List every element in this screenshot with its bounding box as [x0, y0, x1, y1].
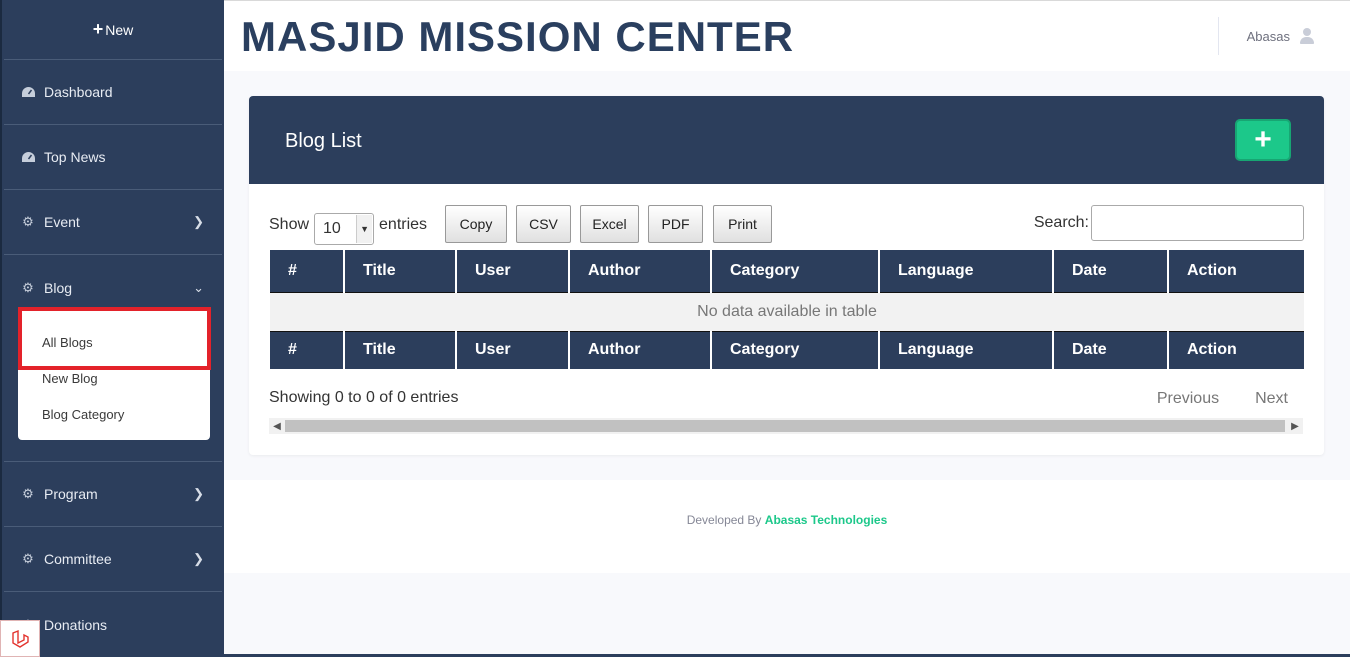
sidebar-item-program[interactable]: ⚙ Program ❯	[4, 462, 222, 527]
sidebar-item-committee[interactable]: ⚙ Committee ❯	[4, 527, 222, 592]
sidebar-item-label: Dashboard	[44, 84, 113, 100]
excel-button[interactable]: Excel	[580, 205, 639, 243]
scrollbar-thumb[interactable]	[285, 420, 1285, 432]
chevron-right-icon: ❯	[193, 214, 204, 229]
column-footer-language: Language	[879, 330, 1054, 369]
card-header: Blog List +	[249, 96, 1324, 184]
sidebar-item-label: Event	[44, 214, 80, 230]
highlight-annotation	[18, 307, 211, 370]
column-header-action[interactable]: Action	[1168, 250, 1304, 293]
column-header-language[interactable]: Language	[879, 250, 1054, 293]
column-header-title[interactable]: Title	[344, 250, 457, 293]
chevron-down-icon: ⌄	[193, 279, 204, 295]
previous-page-button[interactable]: Previous	[1157, 390, 1219, 408]
sidebar-item-label: Committee	[44, 551, 112, 567]
dashboard-icon	[20, 85, 36, 99]
site-brand: MASJID MISSION CENTER	[241, 13, 795, 60]
page-length-control: Show 10 ▼ entries	[269, 213, 427, 245]
sidebar-item-label: Blog	[44, 279, 73, 296]
sidebar-item-label: Donations	[44, 616, 108, 633]
user-name: Abasas	[1246, 28, 1290, 44]
laravel-logo-icon[interactable]	[0, 620, 40, 657]
dashboard-icon	[20, 150, 36, 164]
column-header-number[interactable]: #	[270, 250, 345, 293]
next-page-button[interactable]: Next	[1255, 390, 1288, 408]
column-footer-number: #	[270, 330, 345, 369]
search-control: Search:	[1034, 205, 1304, 241]
chevron-right-icon: ❯	[193, 551, 204, 566]
gear-icon: ⚙	[22, 279, 34, 295]
footer: Developed By Abasas Technologies	[224, 480, 1350, 573]
footer-prefix: Developed By	[686, 513, 762, 527]
submenu-item-blog-category[interactable]: Blog Category	[18, 397, 210, 433]
sidebar-item-dashboard[interactable]: Dashboard	[4, 60, 222, 125]
column-header-author[interactable]: Author	[569, 250, 712, 293]
scroll-right-icon[interactable]: ▶	[1287, 418, 1303, 434]
footer-company-link[interactable]: Abasas Technologies	[765, 513, 887, 527]
table-controls: Show 10 ▼ entries Copy CSV Excel PDF Pri…	[269, 205, 1304, 245]
show-label: Show	[269, 216, 310, 233]
column-footer-title: Title	[344, 330, 457, 369]
column-footer-action: Action	[1168, 330, 1304, 369]
column-footer-category: Category	[711, 330, 880, 369]
blog-table: # Title User Author Category Language Da…	[270, 250, 1304, 369]
sidebar: + New Dashboard Top News ⚙ Event ❯ ⚙ Blo…	[0, 0, 224, 657]
print-button[interactable]: Print	[713, 205, 772, 243]
card-title: Blog List	[285, 130, 362, 152]
sidebar-item-top-news[interactable]: Top News	[4, 125, 222, 190]
gear-icon: ⚙	[22, 551, 34, 566]
user-icon	[1300, 28, 1314, 44]
csv-button[interactable]: CSV	[516, 205, 571, 243]
table-row: No data available in table	[270, 292, 1304, 331]
search-input[interactable]	[1091, 205, 1304, 241]
page-length-select[interactable]: 10 ▼	[314, 213, 375, 245]
pagination: Previous Next	[1157, 390, 1288, 408]
chevron-right-icon: ❯	[193, 486, 204, 501]
copy-button[interactable]: Copy	[445, 205, 507, 243]
sidebar-item-event[interactable]: ⚙ Event ❯	[4, 190, 222, 255]
blog-list-card: Blog List + Show 10 ▼ entries Copy CSV E…	[249, 96, 1324, 455]
search-label: Search:	[1033, 214, 1089, 231]
new-button[interactable]: + New	[4, 0, 222, 60]
user-menu[interactable]: Abasas	[1217, 17, 1314, 55]
empty-table-message: No data available in table	[270, 292, 1304, 331]
top-header: MASJID MISSION CENTER Abasas	[224, 0, 1350, 71]
page-length-value: 10	[323, 220, 341, 237]
entries-label: entries	[379, 216, 428, 233]
column-header-category[interactable]: Category	[711, 250, 880, 293]
sidebar-item-label: Top News	[44, 149, 106, 165]
column-footer-user: User	[456, 330, 570, 369]
add-blog-button[interactable]: +	[1235, 119, 1291, 161]
chevron-down-icon: ▼	[356, 215, 373, 243]
gear-icon: ⚙	[22, 486, 34, 501]
sidebar-item-label: Program	[44, 486, 98, 502]
new-button-label: New	[105, 21, 134, 38]
column-header-user[interactable]: User	[456, 250, 570, 293]
gear-icon: ⚙	[22, 214, 34, 229]
table-info: Showing 0 to 0 of 0 entries	[269, 389, 459, 406]
pdf-button[interactable]: PDF	[648, 205, 703, 243]
column-header-date[interactable]: Date	[1053, 250, 1169, 293]
column-footer-author: Author	[569, 330, 712, 369]
scroll-left-icon[interactable]: ◀	[269, 418, 285, 434]
plus-icon: +	[1254, 123, 1272, 156]
column-footer-date: Date	[1053, 330, 1169, 369]
horizontal-scrollbar[interactable]: ◀ ▶	[269, 418, 1303, 434]
plus-icon: +	[92, 19, 104, 39]
